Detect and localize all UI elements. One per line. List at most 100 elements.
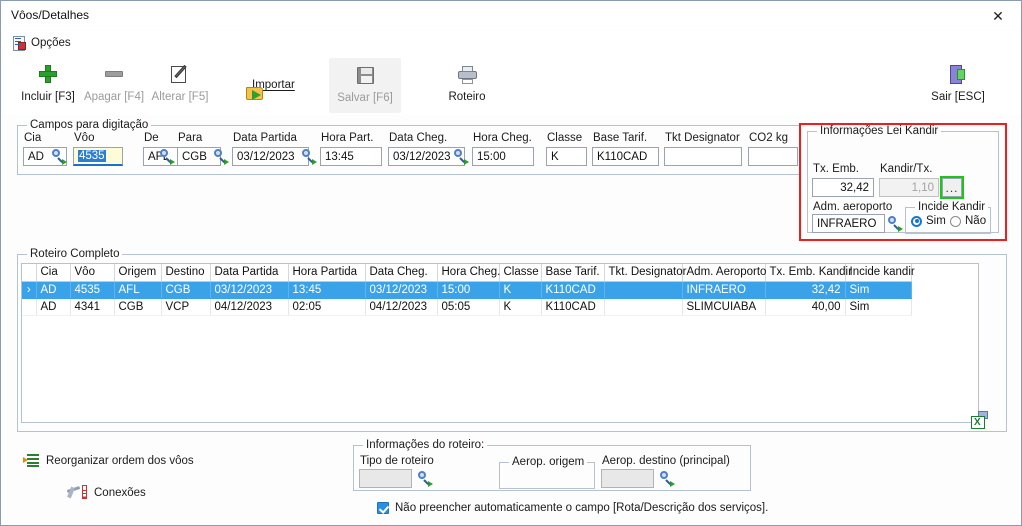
cell-data-partida: 03/12/2023 (210, 281, 289, 299)
cell-tkt-designator (604, 281, 683, 299)
close-button[interactable]: ✕ (975, 1, 1021, 30)
input-tx-emb[interactable]: 32,42 (812, 178, 874, 197)
col-tkt-designator[interactable]: Tkt. Designator (604, 264, 686, 282)
input-hora-part[interactable]: 13:45 (320, 147, 382, 166)
radio-incide-nao[interactable]: Não (950, 215, 986, 227)
incide-kandir-legend: Incide Kandir (915, 201, 989, 213)
lookup-adm-aeroporto-icon[interactable] (887, 216, 903, 232)
cell-classe: K (499, 298, 542, 316)
radio-nao-label: Não (965, 215, 987, 227)
input-co2-kg[interactable] (748, 147, 798, 166)
label-base-tarif: Base Tarif. (593, 132, 648, 144)
cell-tkt-designator (604, 298, 683, 316)
col-voo[interactable]: Vôo (70, 264, 115, 282)
col-adm-aeroporto[interactable]: Adm. Aeroporto (682, 264, 766, 282)
excel-export-letter: X (974, 417, 981, 428)
input-adm-aeroporto[interactable]: INFRAERO (812, 214, 885, 233)
lookup-aerop-destino-icon[interactable] (659, 471, 675, 487)
cell-hora-partida: 13:45 (288, 281, 366, 299)
col-data-partida[interactable]: Data Partida (210, 264, 289, 282)
col-tx-emb-kandir[interactable]: Tx. Emb. Kandir (765, 264, 852, 282)
cell-voo: 4535 (70, 281, 115, 299)
alterar-label: Alterar [F5] (151, 91, 209, 103)
label-kandir-tx: Kandir/Tx. (880, 163, 933, 175)
table-header-row: Cia Vôo Origem Destino Data Partida Hora… (22, 264, 915, 282)
incluir-label: Incluir [F3] (21, 91, 75, 103)
label-de: De (144, 132, 159, 144)
cell-origem: CGB (114, 298, 162, 316)
cell-voo: 4341 (70, 298, 115, 316)
input-aerop-destino[interactable] (601, 469, 654, 488)
lookup-para-icon[interactable] (213, 149, 229, 165)
voos-detalhes-window: Vôos/Detalhes ✕ Opções Incluir [F3] Apag… (0, 0, 1022, 526)
plus-icon (39, 62, 57, 86)
radio-sim-label: Sim (926, 215, 946, 227)
roteiro-button[interactable]: Roteiro (438, 57, 496, 111)
cell-data-cheg: 04/12/2023 (365, 298, 438, 316)
reorganizar-ordem-button[interactable]: Reorganizar ordem dos vôos (23, 454, 194, 467)
lookup-de-icon[interactable] (159, 149, 175, 165)
col-hora-cheg[interactable]: Hora Cheg. (437, 264, 500, 282)
col-base-tarif[interactable]: Base Tarif. (541, 264, 605, 282)
col-destino[interactable]: Destino (161, 264, 211, 282)
title-bar: Vôos/Detalhes ✕ (1, 1, 1021, 30)
label-tkt-designator: Tkt Designator (665, 132, 740, 144)
row-marker (22, 298, 37, 316)
input-voo[interactable]: 4535 (73, 147, 123, 166)
reorder-icon (23, 454, 39, 467)
apagar-button[interactable]: Apagar [F4] (81, 57, 147, 111)
cell-classe: K (499, 281, 542, 299)
kandir-legend: Informações Lei Kandir (817, 125, 942, 137)
input-data-partida[interactable]: 03/12/2023 (232, 147, 309, 166)
lookup-tipo-roteiro-icon[interactable] (417, 471, 433, 487)
excel-export-icon[interactable]: X (971, 411, 988, 429)
sair-button[interactable]: Sair [ESC] (925, 57, 991, 111)
col-cia[interactable]: Cia (36, 264, 71, 282)
nao-preencher-checkbox-row[interactable]: Não preencher automaticamente o campo [R… (377, 502, 768, 514)
col-hora-partida[interactable]: Hora Partida (288, 264, 366, 282)
input-base-tarif[interactable]: K110CAD (592, 147, 659, 166)
radio-sim-indicator (911, 215, 922, 227)
cell-adm-aeroporto: INFRAERO (682, 281, 766, 299)
input-hora-cheg[interactable]: 15:00 (472, 147, 534, 166)
lookup-cia-icon[interactable] (51, 149, 67, 165)
kandir-ellipsis-button[interactable]: ... (940, 176, 964, 199)
radio-nao-indicator (950, 215, 961, 227)
page-title: Vôos/Detalhes (11, 8, 90, 22)
input-kandir-tx: 1,10 (879, 178, 939, 197)
row-marker-header (22, 264, 37, 282)
input-tipo-roteiro[interactable] (359, 469, 412, 488)
salvar-button[interactable]: Salvar [F6] (329, 58, 401, 113)
col-data-cheg[interactable]: Data Cheg. (365, 264, 438, 282)
input-classe[interactable]: K (546, 147, 587, 166)
cell-origem: AFL (114, 281, 162, 299)
table-row[interactable]: › AD 4535 AFL CGB 03/12/2023 13:45 03/12… (22, 281, 912, 299)
roteiro-grid[interactable]: Cia Vôo Origem Destino Data Partida Hora… (21, 263, 979, 423)
col-origem[interactable]: Origem (114, 264, 162, 282)
label-tipo-roteiro: Tipo de roteiro (360, 455, 434, 467)
label-aerop-destino: Aerop. destino (principal) (602, 455, 730, 467)
col-classe[interactable]: Classe (499, 264, 542, 282)
lookup-data-cheg-icon[interactable] (453, 149, 469, 165)
label-co2-kg: CO2 kg (749, 132, 788, 144)
reorganizar-label: Reorganizar ordem dos vôos (46, 454, 194, 467)
alterar-button[interactable]: Alterar [F5] (147, 57, 213, 111)
salvar-label: Salvar [F6] (337, 92, 393, 104)
lookup-data-partida-icon[interactable] (301, 149, 317, 165)
edit-pencil-icon (170, 62, 190, 86)
col-incide-kandir[interactable]: Incide kandir (845, 264, 915, 282)
menu-item-opcoes[interactable]: Opções (9, 33, 75, 53)
floppy-save-icon (356, 63, 374, 87)
sair-label: Sair [ESC] (931, 91, 985, 103)
table-row[interactable]: AD 4341 CGB VCP 04/12/2023 02:05 04/12/2… (22, 298, 912, 316)
minus-icon (105, 62, 123, 86)
label-adm-aeroporto: Adm. aeroporto (813, 201, 893, 213)
input-tkt-designator[interactable] (664, 147, 742, 166)
incluir-button[interactable]: Incluir [F3] (17, 57, 79, 111)
label-classe: Classe (547, 132, 583, 144)
conexoes-button[interactable]: Conexões (67, 485, 146, 500)
radio-incide-sim[interactable]: Sim (911, 215, 946, 227)
nao-preencher-checkbox[interactable] (377, 502, 389, 514)
importar-button[interactable]: Importar (246, 79, 295, 91)
label-aerop-origem: Aerop. origem (509, 456, 588, 468)
